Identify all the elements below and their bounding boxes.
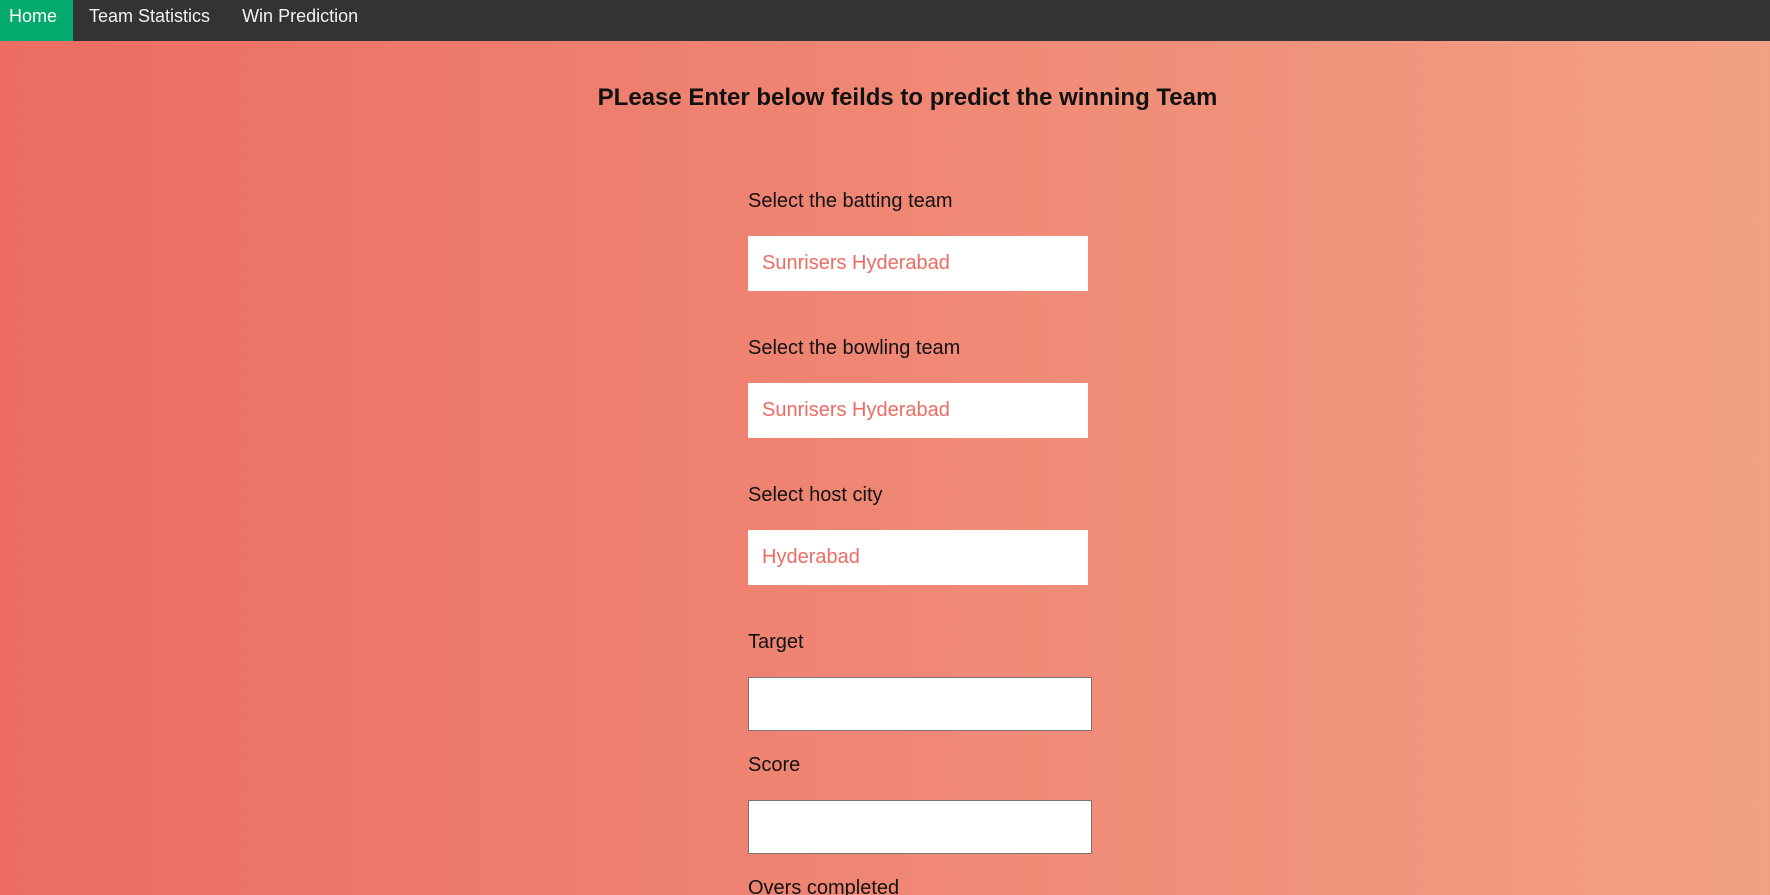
nav-win-prediction-link[interactable]: Win Prediction [226, 0, 374, 33]
score-label: Score [748, 754, 801, 776]
host-city-selected-value: Hyderabad [762, 546, 860, 568]
top-navigation-bar: Home Team Statistics Win Prediction [0, 0, 1770, 41]
host-city-select[interactable]: Hyderabad [748, 530, 1088, 585]
batting-team-selected-value: Sunrisers Hyderabad [762, 252, 950, 274]
host-city-label: Select host city [748, 484, 883, 506]
bowling-team-label: Select the bowling team [748, 337, 961, 359]
target-label: Target [748, 631, 804, 653]
bowling-team-select[interactable]: Sunrisers Hyderabad [748, 383, 1088, 438]
nav-team-statistics-link[interactable]: Team Statistics [73, 0, 226, 33]
target-input[interactable] [748, 677, 1092, 731]
bowling-team-selected-value: Sunrisers Hyderabad [762, 399, 950, 421]
batting-team-label: Select the batting team [748, 190, 953, 212]
page-heading: PLease Enter below feilds to predict the… [597, 84, 1218, 111]
score-input[interactable] [748, 800, 1092, 854]
nav-home-link[interactable]: Home [0, 0, 74, 41]
overs-completed-label: Overs completed [748, 877, 900, 895]
batting-team-select[interactable]: Sunrisers Hyderabad [748, 236, 1088, 291]
